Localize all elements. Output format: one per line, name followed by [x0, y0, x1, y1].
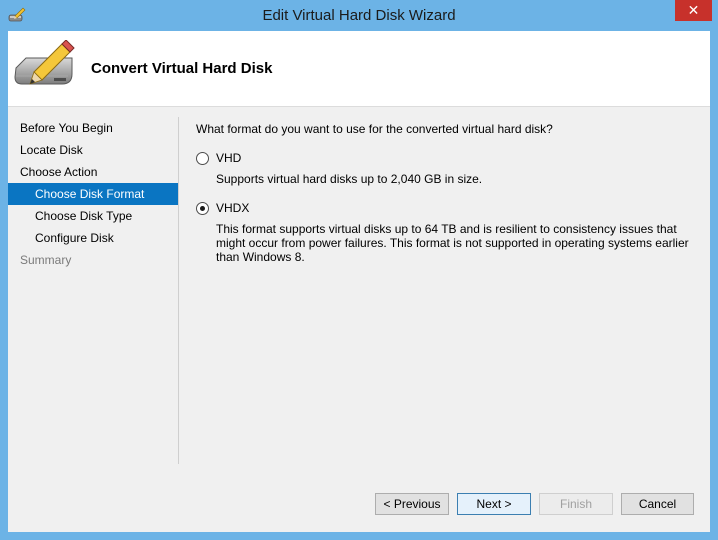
cancel-button[interactable]: Cancel [621, 493, 694, 515]
close-button[interactable]: ✕ [675, 0, 712, 21]
format-question: What format do you want to use for the c… [196, 122, 553, 136]
vhdx-label[interactable]: VHDX [216, 201, 249, 215]
nav-item-before-you-begin[interactable]: Before You Begin [8, 117, 178, 139]
option-vhdx[interactable]: VHDX This format supports virtual disks … [196, 199, 701, 264]
vhdx-radio[interactable] [196, 201, 209, 215]
finish-button: Finish [539, 493, 613, 515]
title-bar[interactable]: Edit Virtual Hard Disk Wizard ✕ [0, 0, 718, 31]
option-vhd[interactable]: VHD Supports virtual hard disks up to 2,… [196, 149, 701, 195]
nav-item-configure-disk[interactable]: Configure Disk [8, 227, 178, 249]
pencil-disk-icon [14, 40, 75, 85]
next-button[interactable]: Next > [457, 493, 531, 515]
nav-item-choose-disk-type[interactable]: Choose Disk Type [8, 205, 178, 227]
vhd-label[interactable]: VHD [216, 151, 241, 165]
wizard-header: Convert Virtual Hard Disk [8, 31, 710, 107]
vhd-radio[interactable] [196, 151, 209, 165]
previous-button[interactable]: < Previous [375, 493, 449, 515]
vhdx-description: This format supports virtual disks up to… [216, 222, 689, 264]
nav-divider [178, 117, 179, 464]
wizard-steps-nav: Before You Begin Locate Disk Choose Acti… [8, 117, 178, 271]
vhd-description: Supports virtual hard disks up to 2,040 … [216, 172, 483, 186]
nav-item-locate-disk[interactable]: Locate Disk [8, 139, 178, 161]
nav-item-choose-disk-format[interactable]: Choose Disk Format [8, 183, 178, 205]
nav-item-summary: Summary [20, 253, 72, 267]
window-title: Edit Virtual Hard Disk Wizard [262, 7, 456, 24]
wizard-window: Edit Virtual Hard Disk Wizard ✕ Convert … [0, 0, 718, 540]
close-icon: ✕ [687, 2, 700, 18]
wizard-client-area: Convert Virtual Hard Disk Before You Beg… [8, 31, 710, 532]
nav-item-choose-action[interactable]: Choose Action [8, 161, 178, 183]
page-title: Convert Virtual Hard Disk [91, 60, 273, 77]
wizard-content: What format do you want to use for the c… [196, 122, 701, 264]
